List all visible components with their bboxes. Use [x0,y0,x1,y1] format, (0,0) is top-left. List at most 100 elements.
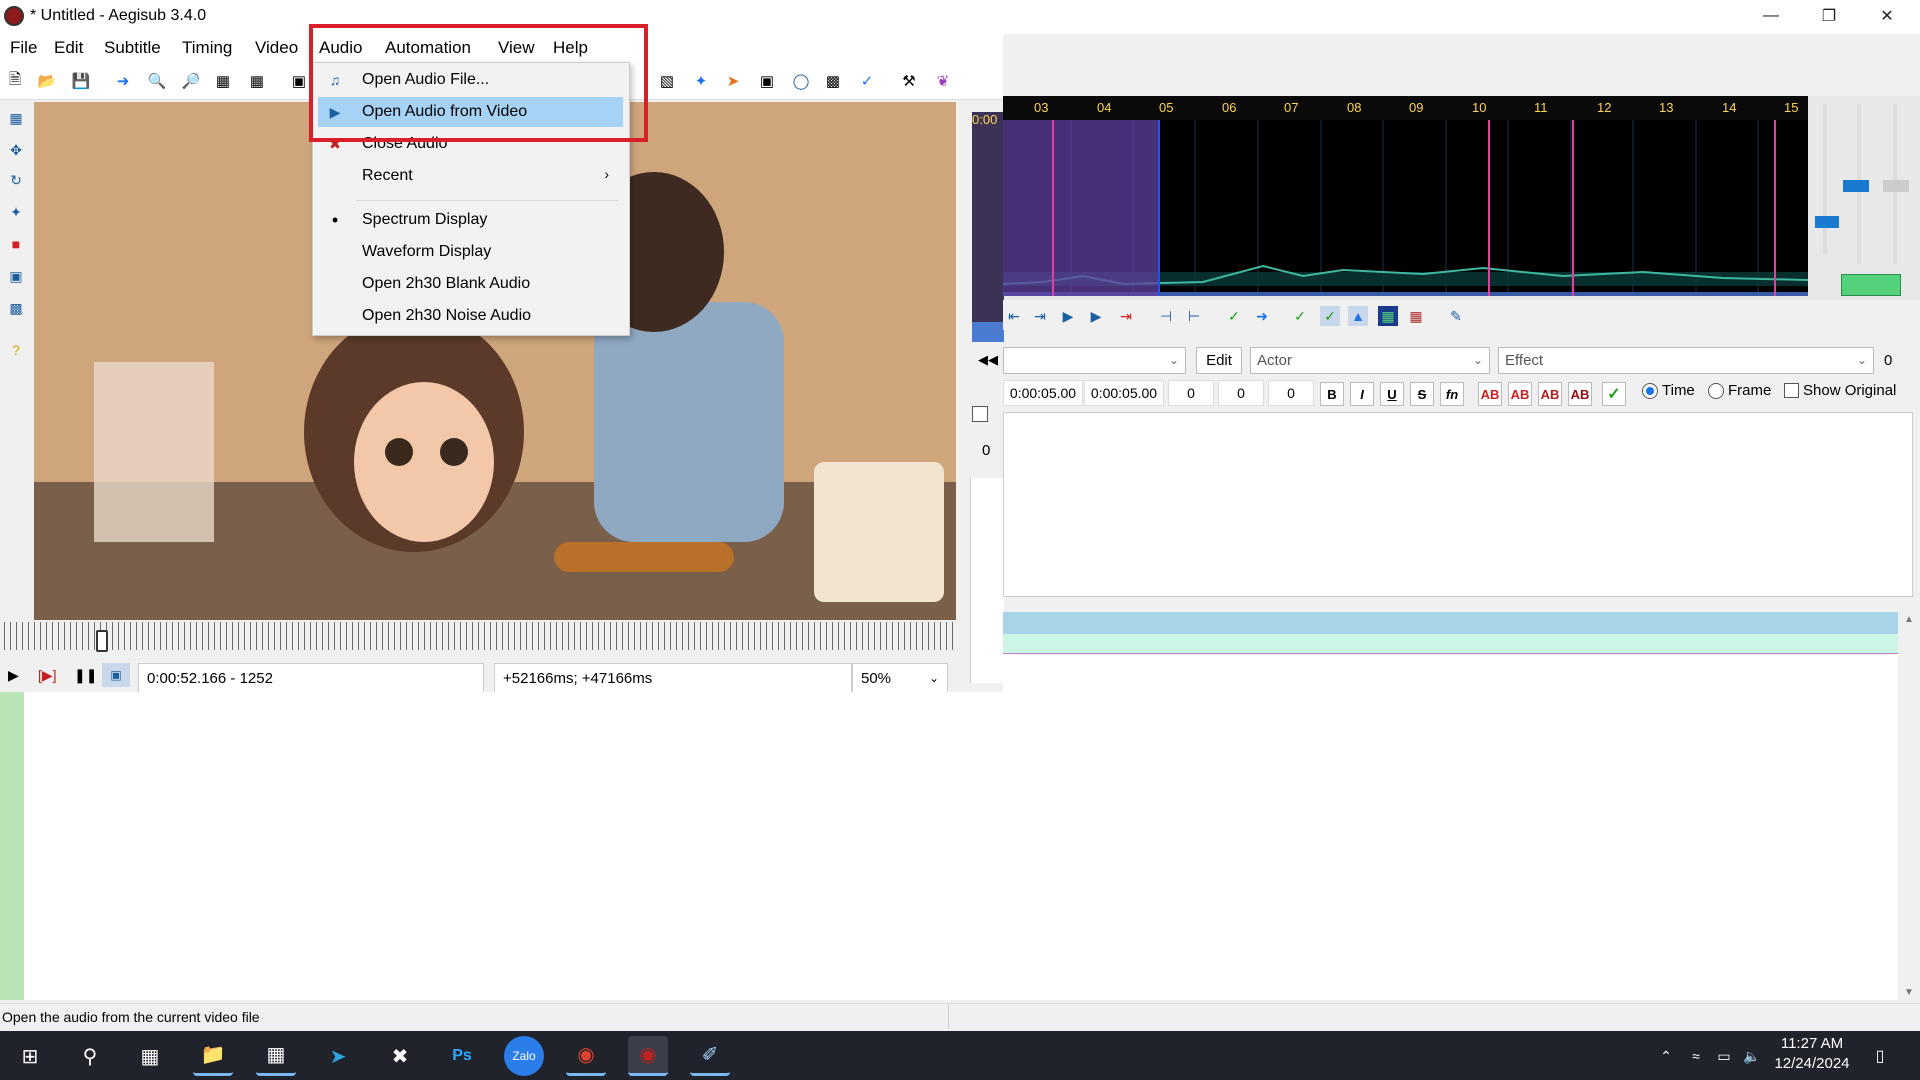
standard-tool-icon[interactable]: ▦ [6,108,26,128]
play-line-icon[interactable]: [▶] [38,663,57,687]
drag-tool-icon[interactable]: ✥ [6,140,26,160]
goto-next-icon[interactable]: ➜ [1252,306,1272,326]
save-icon[interactable]: 💾 [70,70,92,92]
menu-item-spectrum-display[interactable]: • Spectrum Display [318,205,623,235]
fonts-collector-icon[interactable]: ➤ [722,70,744,92]
layer-field[interactable]: 0 [1878,347,1918,374]
styles-manager-icon[interactable]: ▧ [656,70,678,92]
video-seek-slider[interactable] [4,622,954,650]
show-original-checkbox[interactable]: Show Original [1784,382,1896,399]
play-after-icon[interactable]: ▶ [1086,306,1106,326]
scroll-down-icon[interactable]: ▼ [1904,987,1914,998]
stop-icon[interactable]: ❚❚ [74,663,97,687]
actor-select[interactable]: Actor ⌄ [1250,347,1490,374]
audio-options-icon[interactable]: ✎ [1446,306,1466,326]
minimize-button[interactable]: — [1742,0,1800,32]
microsoft-store-icon[interactable]: ▦ [256,1036,296,1076]
selection-end-marker[interactable] [1158,120,1160,296]
file-explorer-icon[interactable]: 📁 [193,1036,233,1076]
end-time-field[interactable]: 0:00:05.00 [1084,380,1164,406]
time-radio[interactable]: Time [1642,382,1695,399]
rotate-z-icon[interactable]: ↻ [6,170,26,190]
collapse-arrow-icon[interactable]: ◀◀ [978,352,998,368]
clip-tool-icon[interactable]: ▣ [6,266,26,286]
snap-start-icon[interactable]: ▦ [212,70,234,92]
menu-timing[interactable]: Timing [180,38,234,58]
grid-scrollbar[interactable]: ▲ ▼ [1898,612,1920,1000]
aegisub-taskbar-icon[interactable]: ◉ [628,1036,668,1076]
video-toggle-icon[interactable]: ▣ [288,70,310,92]
next-line-icon[interactable]: ⇥ [1030,306,1050,326]
timing-postprocessor-icon[interactable]: ◯ [790,70,812,92]
strikeout-button[interactable]: S [1410,382,1434,406]
style-select[interactable]: ⌄ [1003,347,1186,374]
attachments-icon[interactable]: ✦ [690,70,712,92]
menu-edit[interactable]: Edit [52,38,85,58]
audio-link-toggle[interactable] [1841,274,1901,296]
open-file-icon[interactable]: 📂 [36,70,58,92]
scroll-up-icon[interactable]: ▲ [1904,614,1914,625]
kanji-timer-icon[interactable]: ▩ [822,70,844,92]
chrome-icon[interactable]: ◉ [566,1036,606,1076]
system-clock[interactable]: 11:27 AM 12/24/2024 [1762,1034,1862,1074]
resample-icon[interactable]: ▣ [756,70,778,92]
windows-start-icon[interactable]: ⊞ [10,1036,50,1076]
notification-icon[interactable]: ▯ [1860,1036,1900,1076]
auto-scroll-icon[interactable]: ▣ [102,663,130,687]
margin-left-field[interactable]: 0 [1168,380,1214,406]
paint-icon[interactable]: ✐ [690,1036,730,1076]
seek-thumb[interactable] [96,630,108,652]
help-icon[interactable]: ? [6,340,26,360]
underline-button[interactable]: U [1380,382,1404,406]
bold-button[interactable]: B [1320,382,1344,406]
menu-item-open-noise-audio[interactable]: Open 2h30 Noise Audio [318,301,623,331]
volume-slider-thumb[interactable] [1815,216,1839,228]
zoom-select[interactable]: 50% ⌄ [852,663,948,693]
automation-icon[interactable]: ❦ [932,70,954,92]
scale-tool-icon[interactable]: ■ [6,234,26,254]
spectrum-toggle-icon[interactable]: ▦ [1378,306,1398,326]
subtitle-text-editor[interactable] [1003,412,1913,597]
outline-color-button[interactable]: AB [1538,382,1562,406]
stop-audio-icon[interactable]: ⇥ [1116,306,1136,326]
rotate-xy-icon[interactable]: ✦ [6,202,26,222]
menu-item-waveform-display[interactable]: Waveform Display [318,237,623,267]
search-icon[interactable]: ⚲ [70,1036,110,1076]
audio-selection-region[interactable] [1003,120,1159,296]
subtitle-grid-row[interactable] [1003,634,1898,654]
spell-checker-icon[interactable]: ✓ [856,70,878,92]
menu-subtitle[interactable]: Subtitle [102,38,163,58]
font-button[interactable]: fn [1440,382,1464,406]
vector-clip-icon[interactable]: ▩ [6,298,26,318]
commit-icon[interactable]: ✓ [1224,306,1244,326]
frame-radio[interactable]: Frame [1708,382,1771,399]
effect-select[interactable]: Effect ⌄ [1498,347,1874,374]
commit-icon[interactable]: ✓ [1602,382,1626,406]
menu-video[interactable]: Video [253,38,300,58]
menu-item-open-blank-audio[interactable]: Open 2h30 Blank Audio [318,269,623,299]
italic-button[interactable]: I [1350,382,1374,406]
auto-next-icon[interactable]: ✓ [1320,306,1340,326]
zoom-out-icon[interactable]: 🔎 [180,70,202,92]
play-before-icon[interactable]: ▶ [1058,306,1078,326]
comment-checkbox[interactable] [972,406,988,422]
video-time-field[interactable]: 0:00:52.166 - 1252 [138,663,484,693]
lead-out-icon[interactable]: ⊢ [1184,306,1204,326]
task-view-icon[interactable]: ▦ [130,1036,170,1076]
shadow-color-button[interactable]: AB [1568,382,1592,406]
telegram-icon[interactable]: ➤ [318,1036,358,1076]
options-icon[interactable]: ⚒ [898,70,920,92]
restore-button[interactable]: ❐ [1800,0,1858,32]
auto-commit-icon[interactable]: ✓ [1290,306,1310,326]
photoshop-icon[interactable]: Ps [442,1036,482,1076]
vertical-zoom-thumb[interactable] [1843,180,1869,192]
snap-end-icon[interactable]: ▦ [246,70,268,92]
menu-item-recent[interactable]: Recent › [318,161,623,191]
secondary-color-button[interactable]: AB [1508,382,1532,406]
margin-right-field[interactable]: 0 [1218,380,1264,406]
auto-scroll-audio-icon[interactable]: ▲ [1348,306,1368,326]
new-file-icon[interactable]: 🗎 [4,70,26,92]
play-icon[interactable]: ▶ [8,663,19,687]
capcut-icon[interactable]: ✖ [380,1036,420,1076]
lead-in-icon[interactable]: ⊣ [1156,306,1176,326]
